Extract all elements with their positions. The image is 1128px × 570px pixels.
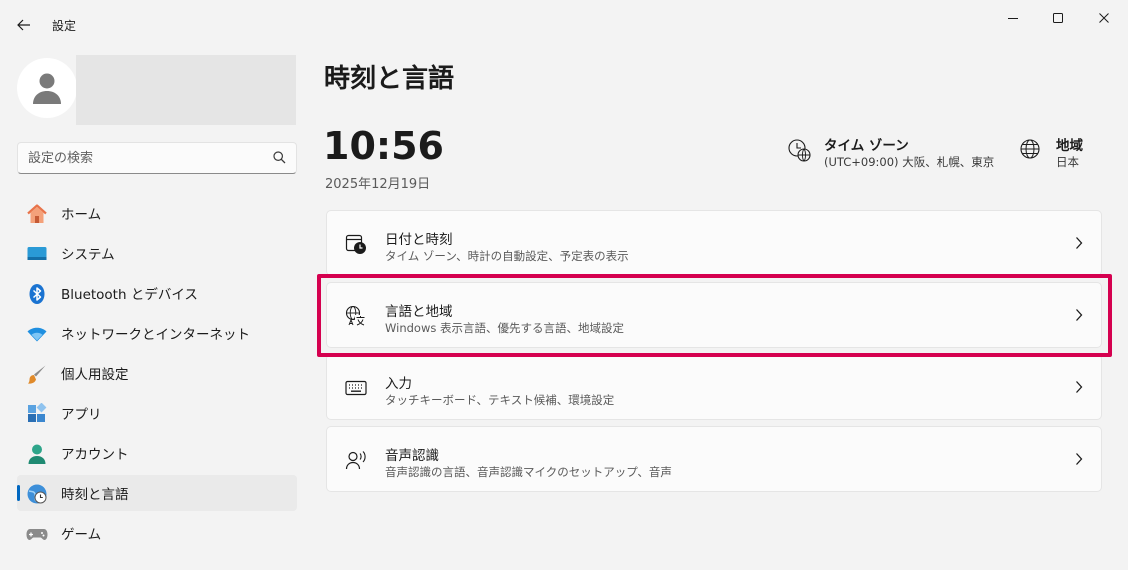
user-icon [33, 73, 61, 104]
back-arrow-icon [17, 19, 30, 31]
title-bar: 設定 [0, 0, 1128, 48]
chevron-right-icon [1076, 309, 1083, 321]
clock-time: 10:56 [323, 124, 444, 168]
timezone-info: タイム ゾーン (UTC+09:00) 大阪、札幌、東京 [787, 132, 997, 176]
minimize-icon [1008, 18, 1018, 19]
page-title: 時刻と言語 [324, 64, 455, 94]
sidebar-item-accounts[interactable]: アカウント [17, 435, 297, 471]
user-account-info[interactable] [76, 55, 296, 125]
close-icon [1099, 13, 1109, 23]
settings-window: 設定 設定の検索 ホーム システム Bluetooth とデバイス ネットワーク… [0, 0, 1128, 570]
speech-icon [344, 448, 368, 472]
maximize-icon [1053, 13, 1063, 23]
sidebar-item-label: 時刻と言語 [61, 487, 129, 503]
sidebar-item-network[interactable]: ネットワークとインターネット [17, 315, 297, 351]
globe-clock-icon [26, 483, 48, 505]
card-description: Windows 表示言語、優先する言語、地域設定 [385, 321, 624, 335]
card-typing[interactable]: 入力 タッチキーボード、テキスト候補、環境設定 [326, 354, 1102, 420]
system-icon [26, 243, 48, 265]
wifi-icon [26, 323, 48, 345]
gamepad-icon [26, 523, 48, 545]
sidebar-item-bluetooth[interactable]: Bluetooth とデバイス [17, 275, 297, 311]
card-language-region[interactable]: 言語と地域 Windows 表示言語、優先する言語、地域設定 [326, 282, 1102, 348]
sidebar-item-system[interactable]: システム [17, 235, 297, 271]
account-icon [26, 443, 48, 465]
sidebar-item-personalization[interactable]: 個人用設定 [17, 355, 297, 391]
calendar-clock-icon [344, 232, 368, 256]
minimize-button[interactable] [990, 4, 1036, 32]
avatar[interactable] [17, 58, 77, 118]
keyboard-icon [344, 376, 368, 400]
search-icon[interactable] [273, 151, 286, 164]
card-date-time[interactable]: 日付と時刻 タイム ゾーン、時計の自動設定、予定表の表示 [326, 210, 1102, 276]
sidebar-item-label: システム [61, 247, 115, 263]
sidebar-item-label: ホーム [61, 207, 102, 223]
sidebar-item-label: ネットワークとインターネット [61, 327, 250, 343]
region-value: 日本 [1056, 155, 1079, 169]
maximize-button[interactable] [1035, 4, 1081, 32]
selection-indicator [17, 485, 20, 501]
app-title: 設定 [52, 19, 77, 33]
globe-icon [1019, 138, 1045, 164]
globe-clock-icon [787, 138, 813, 164]
home-icon [26, 203, 48, 225]
region-title: 地域 [1056, 138, 1083, 154]
sidebar-item-label: アプリ [61, 407, 102, 423]
search-input[interactable] [28, 143, 268, 173]
language-icon [344, 304, 368, 328]
sidebar-item-label: 個人用設定 [61, 367, 129, 383]
chevron-right-icon [1076, 453, 1083, 465]
sidebar-item-apps[interactable]: アプリ [17, 395, 297, 431]
chevron-right-icon [1076, 237, 1083, 249]
back-button[interactable] [10, 12, 38, 38]
bluetooth-icon [26, 283, 48, 305]
clock-date: 2025年12月19日 [325, 177, 431, 192]
sidebar-item-label: ゲーム [61, 527, 102, 543]
close-button[interactable] [1081, 4, 1127, 32]
sidebar-item-time-language[interactable]: 時刻と言語 [17, 475, 297, 511]
search-box[interactable] [17, 142, 297, 174]
card-title: 言語と地域 [385, 304, 453, 320]
apps-icon [26, 403, 48, 425]
chevron-right-icon [1076, 381, 1083, 393]
timezone-title: タイム ゾーン [824, 138, 909, 154]
sidebar-item-gaming[interactable]: ゲーム [17, 515, 297, 551]
card-title: 日付と時刻 [385, 232, 453, 248]
sidebar-nav: ホーム システム Bluetooth とデバイス ネットワークとインターネット … [17, 195, 297, 555]
card-title: 入力 [385, 376, 412, 392]
sidebar-item-home[interactable]: ホーム [17, 195, 297, 231]
card-description: タッチキーボード、テキスト候補、環境設定 [385, 393, 615, 407]
card-speech[interactable]: 音声認識 音声認識の言語、音声認識マイクのセットアップ、音声 [326, 426, 1102, 492]
sidebar-item-label: アカウント [61, 447, 129, 463]
card-description: 音声認識の言語、音声認識マイクのセットアップ、音声 [385, 465, 672, 479]
region-info: 地域 日本 [1019, 132, 1099, 176]
sidebar-item-label: Bluetooth とデバイス [61, 287, 198, 303]
card-title: 音声認識 [385, 448, 439, 464]
timezone-value: (UTC+09:00) 大阪、札幌、東京 [824, 155, 995, 169]
brush-icon [26, 363, 48, 385]
card-description: タイム ゾーン、時計の自動設定、予定表の表示 [385, 249, 629, 263]
